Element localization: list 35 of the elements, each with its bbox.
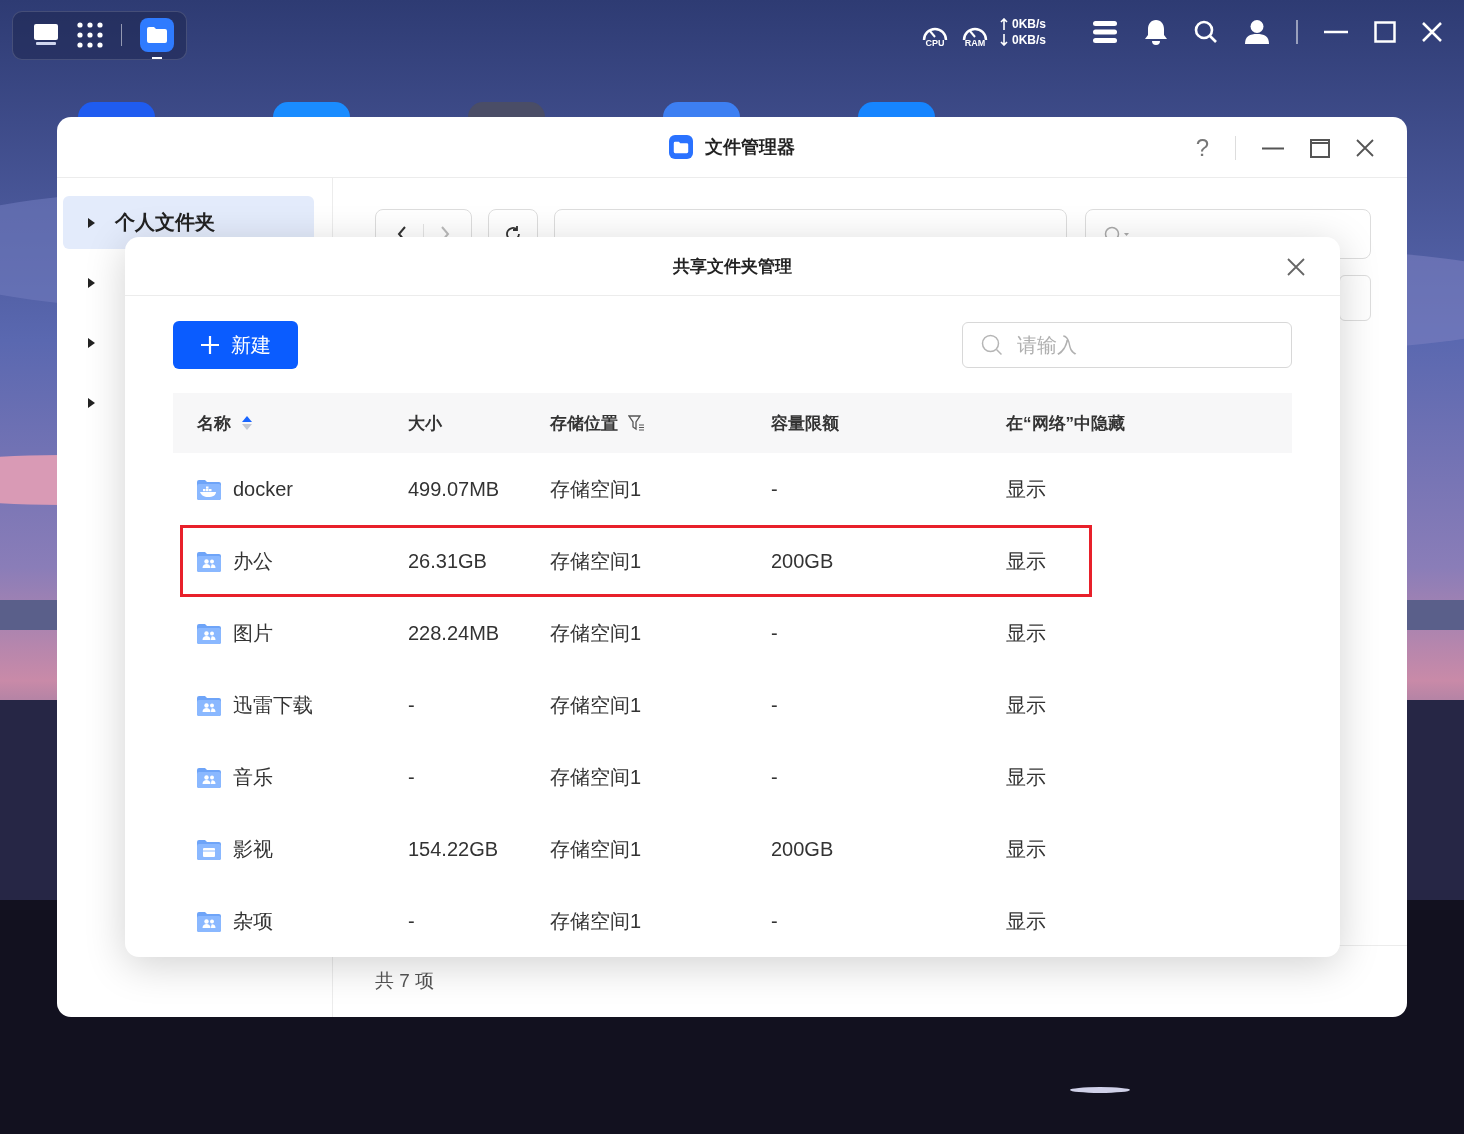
table-cell: 154.22GB bbox=[408, 837, 499, 861]
table-cell: 499.07MB bbox=[408, 477, 500, 501]
window-title: 文件管理器 bbox=[705, 136, 795, 159]
table-cell-text: 显示 bbox=[1006, 764, 1046, 790]
table-cell-text: 显示 bbox=[1006, 476, 1046, 502]
dialog-title: 共享文件夹管理 bbox=[673, 255, 792, 278]
table-cell-text: 存储空间1 bbox=[550, 692, 642, 718]
table-cell-text: 显示 bbox=[1006, 908, 1046, 934]
table-cell: - bbox=[771, 693, 778, 717]
table-cell-text: 显示 bbox=[1006, 620, 1046, 646]
table-cell: - bbox=[408, 765, 415, 789]
table-cell-text: 存储空间1 bbox=[550, 620, 642, 646]
table-cell-text: 存储空间1 bbox=[550, 764, 642, 790]
upload-speed: 0KB/s bbox=[1012, 17, 1046, 31]
table-cell: - bbox=[771, 909, 778, 933]
table-cell: - bbox=[771, 621, 778, 645]
item-count: 共 7 项 bbox=[375, 970, 435, 991]
table-cell-text: 存储空间1 bbox=[550, 548, 642, 574]
table-cell: 26.31GB bbox=[408, 549, 487, 573]
table-cell-text: 存储空间1 bbox=[550, 476, 642, 502]
table-cell-text: 显示 bbox=[1006, 692, 1046, 718]
download-speed: 0KB/s bbox=[1012, 33, 1046, 47]
table-cell-text: 显示 bbox=[1006, 836, 1046, 862]
cpu-label: CPU bbox=[924, 38, 946, 48]
table-cell: 200GB bbox=[771, 837, 834, 861]
table-cell: 200GB bbox=[771, 549, 834, 573]
table-cell-text: 存储空间1 bbox=[550, 908, 642, 934]
ram-label: RAM bbox=[963, 38, 987, 48]
table-cell-text: 存储空间1 bbox=[550, 836, 642, 862]
table-cell: 228.24MB bbox=[408, 621, 500, 645]
table-cell: - bbox=[408, 693, 415, 717]
table-cell: - bbox=[408, 909, 415, 933]
table-cell: - bbox=[771, 477, 778, 501]
table-cell: - bbox=[771, 765, 778, 789]
table-cell-text: 显示 bbox=[1006, 548, 1046, 574]
